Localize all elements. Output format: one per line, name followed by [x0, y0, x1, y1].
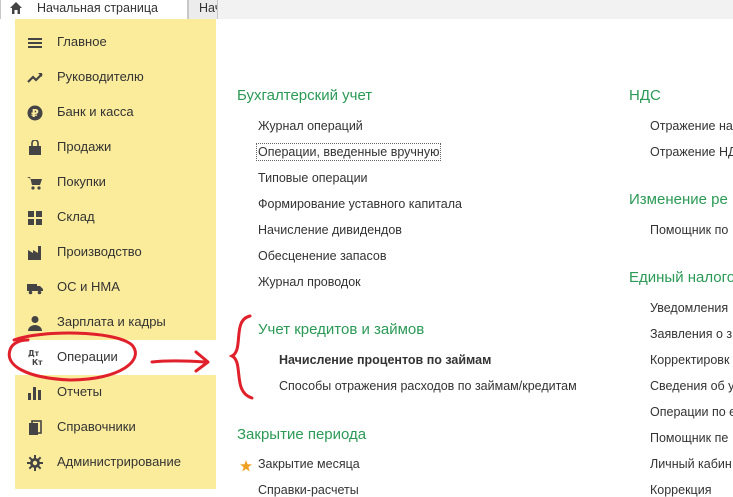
link-loan-expense-methods[interactable]: Способы отражения расходов по займам/кре… — [279, 379, 577, 393]
sidebar-item-purchases[interactable]: Покупки — [15, 165, 216, 200]
section-loans-title: Учет кредитов и займов — [258, 321, 425, 338]
bar-chart-icon — [27, 385, 43, 401]
link-loan-interest[interactable]: Начисление процентов по займам — [279, 353, 491, 367]
sidebar-item-label: Отчеты — [57, 384, 102, 399]
sidebar-item-production[interactable]: Производство — [15, 235, 216, 270]
link-manual-operations[interactable]: Операции, введенные вручную — [255, 143, 442, 161]
books-icon — [27, 420, 43, 436]
truck-icon — [27, 280, 43, 296]
section-accounting-title: Бухгалтерский учет — [237, 87, 373, 104]
section-unified-tax-title: Единый налого — [629, 269, 733, 286]
section-closing-title: Закрытие периода — [237, 426, 367, 443]
dt-text: Дт — [28, 349, 40, 358]
home-icon — [9, 1, 23, 15]
sidebar-item-label: ОС и НМА — [57, 279, 120, 294]
sidebar: Главное Руководителю ₽ Банк и касса Прод… — [15, 19, 216, 489]
link-typical-operations[interactable]: Типовые операции — [258, 171, 368, 185]
person-icon — [27, 315, 43, 331]
sidebar-item-label: Склад — [57, 209, 95, 224]
section-vat-title: НДС — [629, 87, 661, 104]
sidebar-item-reports[interactable]: Отчеты — [15, 375, 216, 410]
grid-icon — [27, 210, 43, 226]
sidebar-item-label: Банк и касса — [57, 104, 134, 119]
link-inventory-impairment[interactable]: Обесценение запасов — [258, 249, 386, 263]
link-charter-capital[interactable]: Формирование уставного капитала — [258, 197, 462, 211]
tab-bar: Начальная страница Нач — [0, 0, 733, 19]
link-vat-2[interactable]: Отражение НД — [650, 145, 733, 159]
star-icon[interactable] — [240, 459, 252, 472]
link-unified-tax-8[interactable]: Коррекция — [650, 483, 711, 497]
sidebar-item-label: Справочники — [57, 419, 136, 434]
sidebar-item-salary[interactable]: Зарплата и кадры — [15, 305, 216, 340]
sidebar-item-warehouse[interactable]: Склад — [15, 200, 216, 235]
sidebar-item-label: Производство — [57, 244, 142, 259]
link-unified-tax-3[interactable]: Корректировк — [650, 353, 729, 367]
link-postings-journal[interactable]: Журнал проводок — [258, 275, 361, 289]
bag-icon — [27, 139, 43, 156]
tab-next[interactable]: Нач — [188, 0, 218, 19]
gear-icon — [27, 455, 43, 471]
link-vat-1[interactable]: Отражение на — [650, 119, 733, 133]
sidebar-item-operations[interactable]: Дт Кт Операции — [15, 340, 216, 375]
sidebar-item-label: Руководителю — [57, 69, 144, 84]
svg-text:₽: ₽ — [31, 107, 39, 120]
link-unified-tax-4[interactable]: Сведения об у — [650, 379, 733, 393]
kt-text: Кт — [32, 358, 43, 367]
sidebar-item-bank[interactable]: ₽ Банк и касса — [15, 95, 216, 130]
sidebar-item-label: Зарплата и кадры — [57, 314, 166, 329]
sidebar-item-label: Операции — [57, 349, 118, 364]
link-unified-tax-6[interactable]: Помощник пе — [650, 431, 728, 445]
link-operations-journal[interactable]: Журнал операций — [258, 119, 363, 133]
link-unified-tax-2[interactable]: Заявления о з — [650, 327, 732, 341]
tab-home-label: Начальная страница — [37, 1, 158, 15]
section-change-title: Изменение ре — [629, 191, 728, 208]
annotation-brace — [228, 314, 254, 400]
cart-icon — [27, 175, 43, 191]
sidebar-item-directories[interactable]: Справочники — [15, 410, 216, 445]
sidebar-item-fixed-assets[interactable]: ОС и НМА — [15, 270, 216, 305]
link-unified-tax-5[interactable]: Операции по е — [650, 405, 733, 419]
ruble-icon: ₽ — [27, 105, 43, 121]
sidebar-item-manager[interactable]: Руководителю — [15, 60, 216, 95]
dt-kt-icon: Дт Кт — [27, 348, 45, 368]
link-unified-tax-1[interactable]: Уведомления — [650, 301, 728, 315]
sidebar-item-main[interactable]: Главное — [15, 25, 216, 60]
sidebar-item-label: Продажи — [57, 139, 112, 154]
sidebar-item-sales[interactable]: Продажи — [15, 130, 216, 165]
sidebar-item-label: Покупки — [57, 174, 106, 189]
trend-icon — [27, 70, 43, 86]
link-change-assistant[interactable]: Помощник по — [650, 223, 728, 237]
link-calc-references[interactable]: Справки-расчеты — [258, 483, 359, 497]
menu-icon — [27, 35, 43, 51]
link-month-closing[interactable]: Закрытие месяца — [258, 457, 360, 471]
tab-home[interactable]: Начальная страница — [0, 0, 188, 19]
sidebar-item-admin[interactable]: Администрирование — [15, 445, 216, 480]
link-dividends[interactable]: Начисление дивидендов — [258, 223, 402, 237]
tab-next-label: Нач — [199, 1, 217, 15]
sidebar-item-label: Главное — [57, 34, 107, 49]
link-unified-tax-7[interactable]: Личный кабин — [650, 457, 732, 471]
sidebar-item-label: Администрирование — [57, 454, 181, 469]
factory-icon — [27, 245, 43, 261]
